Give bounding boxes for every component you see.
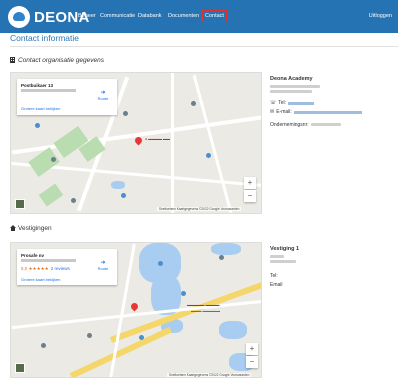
map-type-thumbnail[interactable] (15, 363, 25, 373)
phone-label: Tel: (270, 273, 278, 279)
poi-icon (206, 153, 211, 158)
email-label: Email (270, 282, 283, 288)
pin-label: ● ▬▬▬▬ ▬▬ (145, 137, 171, 141)
map-type-thumbnail[interactable] (15, 199, 25, 209)
location-pin-icon[interactable] (129, 301, 140, 312)
email-label: E-mail: (276, 109, 292, 115)
poi-icon (71, 198, 76, 203)
poi-icon (219, 255, 224, 260)
organisation-map[interactable]: Postbuikaer 13 Grotere kaart bekijken Ro… (10, 72, 262, 214)
email-line: Email (270, 282, 390, 288)
nav-item-beheer[interactable]: Beheer (78, 13, 96, 19)
phone-line: Tel: (270, 273, 390, 279)
phone-icon: ☏ (270, 100, 277, 106)
company-line: Ondernemingsnr: (270, 121, 390, 128)
map-info-card: Postbuikaer 13 Grotere kaart bekijken Ro… (17, 79, 117, 115)
attrib-shortcuts[interactable]: Sneltoetsen (159, 207, 176, 211)
rating-value: 5,0 ★★★★★ (21, 266, 49, 271)
poi-icon (181, 291, 186, 296)
section-heading-branches: Vestigingen (10, 225, 52, 232)
poi-icon (121, 193, 126, 198)
poi-icon (41, 343, 46, 348)
section-heading-organisation: Contact organisatie gegevens (10, 57, 104, 64)
branch-info: Vestiging 1 Tel: Email (270, 246, 390, 288)
email-line: ✉ E-mail: (270, 109, 390, 115)
deona-logo-icon[interactable] (8, 6, 30, 28)
phone-label: Tel: (278, 100, 287, 106)
poi-icon (191, 101, 196, 106)
rating-stars: 5,0 ★★★★★ 2 reviews (21, 266, 70, 272)
organisation-name: Deona Academy (270, 76, 313, 82)
map-larger-link[interactable]: Grotere kaart bekijken (21, 106, 60, 111)
map-info-card: Prosafe nv 5,0 ★★★★★ 2 reviews Grotere ka… (17, 249, 117, 285)
attrib-terms[interactable]: Voorwaarden (221, 207, 240, 211)
poi-icon (35, 123, 40, 128)
map-card-title: Postbuikaer 13 (21, 83, 54, 88)
branch-map[interactable]: Prosafe nv 5,0 ★★★★★ 2 reviews Grotere ka… (10, 242, 262, 378)
poi-icon (87, 333, 92, 338)
zoom-out-button[interactable]: − (246, 356, 258, 368)
map-larger-link[interactable]: Grotere kaart bekijken (21, 277, 60, 282)
zoom-in-button[interactable]: + (246, 343, 258, 355)
building-icon (10, 57, 15, 63)
map-attribution: Sneltoetsen Kaartgegevens ©2022 Google V… (157, 207, 242, 211)
home-icon (10, 225, 16, 231)
nav-item-documenten[interactable]: Documenten (168, 13, 199, 19)
section-heading-label: Contact organisatie gegevens (18, 57, 105, 64)
divider (10, 46, 398, 47)
map-attribution: Sneltoetsen Kaartgegevens ©2022 Google V… (167, 373, 252, 377)
poi-icon (123, 111, 128, 116)
company-label: Ondernemingsnr: (270, 121, 309, 128)
map-route-button[interactable]: Route (93, 259, 113, 271)
attrib-mapdata: Kaartgegevens ©2022 Google (186, 373, 230, 377)
poi-icon (51, 157, 56, 162)
page-title: Contact informatie (10, 33, 79, 43)
nav-item-contact[interactable]: Contact (202, 10, 227, 22)
branch-name: Vestiging 1 (270, 246, 300, 252)
organisation-info: Deona Academy ☏ Tel: ✉ E-mail: Ondernemi… (270, 76, 390, 128)
phone-line: ☏ Tel: (270, 100, 390, 106)
pin-label: ▬▬▬▬▬ ▬▬▬▬ (187, 303, 220, 307)
map-card-title: Prosafe nv (21, 253, 45, 258)
poi-icon (139, 335, 144, 340)
reviews-link[interactable]: 2 reviews (51, 266, 70, 271)
pin-label: ▬▬▬ ▬▬▬▬▬ (191, 309, 220, 313)
poi-icon (158, 261, 163, 266)
zoom-out-button[interactable]: − (244, 190, 256, 202)
attrib-terms[interactable]: Voorwaarden (231, 373, 250, 377)
section-heading-label: Vestigingen (18, 225, 52, 232)
nav-item-databank[interactable]: Databank (138, 13, 162, 19)
zoom-in-button[interactable]: + (244, 177, 256, 189)
logout-link[interactable]: Uitloggen (369, 13, 392, 19)
attrib-shortcuts[interactable]: Sneltoetsen (169, 373, 186, 377)
location-pin-icon[interactable] (133, 135, 144, 146)
map-route-button[interactable]: Route (93, 89, 113, 101)
nav-item-communicatie[interactable]: Communicatie (100, 13, 135, 19)
attrib-mapdata: Kaartgegevens ©2022 Google (176, 207, 220, 211)
email-icon: ✉ (270, 109, 275, 115)
top-navbar: DEONA Beheer Communicatie Databank Docum… (0, 0, 398, 33)
